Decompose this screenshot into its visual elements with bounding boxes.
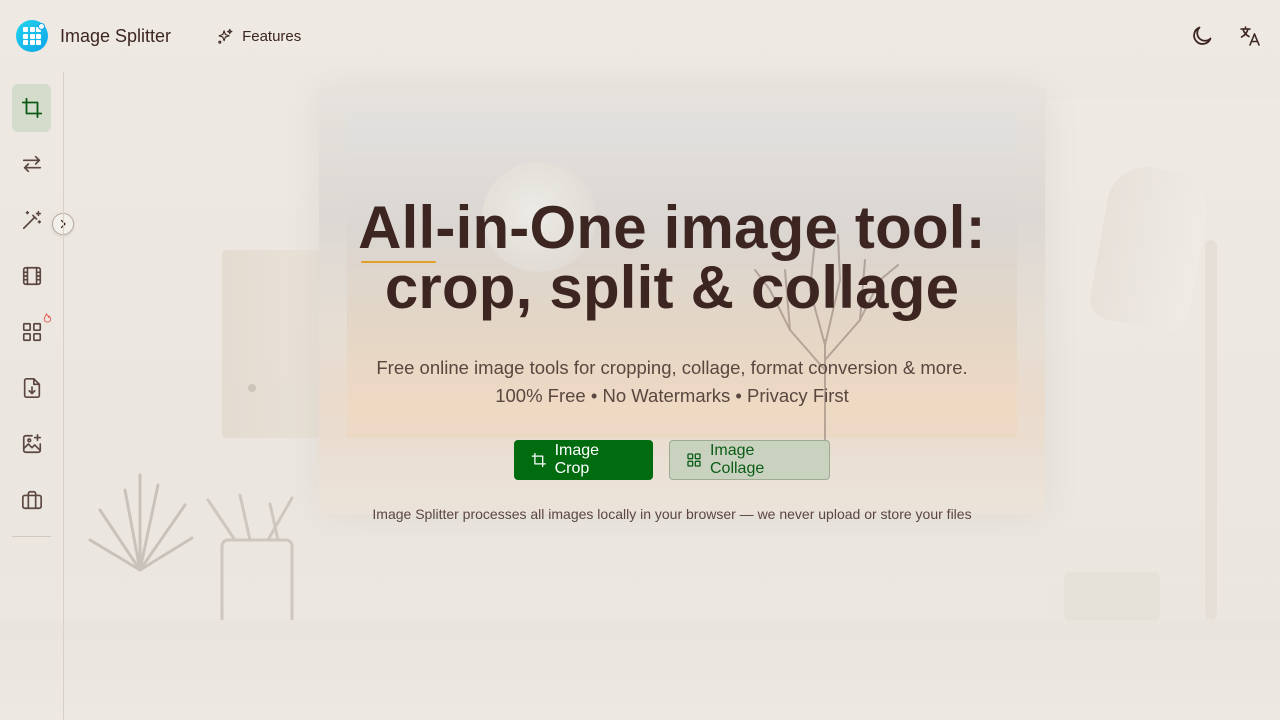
cta-row: Image Crop Image Collage (514, 440, 830, 480)
privacy-note: Image Splitter processes all images loca… (372, 506, 972, 522)
hero-subtitle: Free online image tools for cropping, co… (64, 354, 1280, 410)
hero-subtitle-line-2: 100% Free • No Watermarks • Privacy Firs… (495, 385, 849, 406)
sidebar-item-convert[interactable] (12, 140, 51, 188)
file-download-icon (23, 378, 40, 398)
hero-subtitle-line-1: Free online image tools for cropping, co… (376, 357, 968, 378)
sidebar (0, 72, 64, 720)
film-icon (22, 266, 41, 286)
grid-icon (22, 322, 41, 342)
hero-title: All-in-One image tool: crop, split & col… (64, 198, 1280, 318)
crop-icon (531, 452, 546, 468)
sidebar-item-crop[interactable] (12, 84, 51, 132)
briefcase-icon (21, 490, 42, 510)
sidebar-divider (12, 536, 51, 537)
translate-icon (1240, 26, 1260, 46)
image-collage-label: Image Collage (709, 442, 765, 477)
language-button[interactable] (1236, 22, 1264, 50)
top-bar: Image Splitter Features (0, 0, 1280, 72)
sidebar-item-image-add[interactable] (12, 420, 51, 468)
hero-section: All-in-One image tool: crop, split & col… (64, 72, 1280, 720)
image-crop-button[interactable]: Image Crop (514, 440, 653, 480)
hero-title-line-1: All-in-One image tool: (358, 194, 986, 261)
magic-wand-icon (22, 210, 41, 230)
image-plus-icon (22, 434, 41, 454)
sparkles-icon (218, 28, 233, 44)
sidebar-item-download[interactable] (12, 364, 51, 412)
brand-name[interactable]: Image Splitter (60, 26, 171, 47)
sidebar-item-collage[interactable] (12, 308, 52, 356)
image-crop-label: Image Crop (554, 442, 600, 477)
title-accent-underline (361, 261, 436, 263)
theme-toggle-button[interactable] (1188, 22, 1216, 50)
app-logo[interactable] (16, 20, 48, 52)
moon-icon (1193, 26, 1212, 45)
hero-title-line-2: crop, split & collage (384, 254, 960, 321)
sidebar-item-video[interactable] (12, 252, 51, 300)
swap-arrows-icon (22, 155, 41, 173)
nav-features-label: Features (242, 27, 302, 45)
sidebar-item-enhance[interactable] (12, 196, 51, 244)
sidebar-item-toolbox[interactable] (12, 476, 51, 524)
grid-icon (687, 453, 701, 467)
nav-features-link[interactable]: Features (217, 28, 301, 45)
crop-icon (21, 97, 42, 119)
fire-icon (43, 313, 52, 323)
image-collage-button[interactable]: Image Collage (669, 440, 830, 480)
